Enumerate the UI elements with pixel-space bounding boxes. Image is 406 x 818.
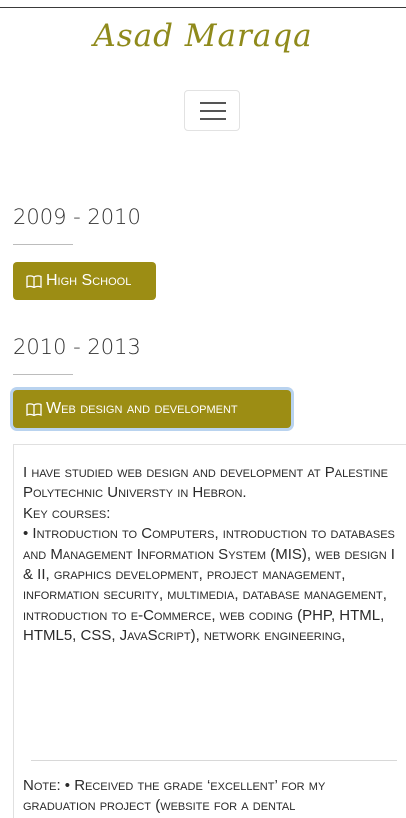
book-icon — [26, 274, 42, 288]
high-school-label: High School — [46, 272, 132, 289]
period-divider — [13, 244, 73, 245]
web-design-label: Web design and development — [46, 400, 238, 417]
study-paragraph: I have studied web design and developmen… — [23, 464, 388, 502]
high-school-button[interactable]: High School — [13, 262, 156, 300]
graduation-note: Note: • Received the grade ‘excellent’ f… — [23, 777, 326, 815]
course-details-panel: I have studied web design and developmen… — [13, 444, 406, 818]
panel-divider — [31, 760, 397, 761]
navbar-toggle-button[interactable] — [184, 90, 240, 131]
top-border — [0, 7, 406, 8]
key-courses-heading: Key courses: — [23, 504, 111, 522]
web-design-button[interactable]: Web design and development — [13, 390, 291, 428]
book-icon — [26, 402, 42, 416]
site-logo[interactable]: Asad Maraqa — [0, 18, 406, 54]
period-heading: 2010 - 2013 — [13, 335, 141, 359]
course-list: • Introduction to Computers, introductio… — [23, 525, 395, 645]
period-divider — [13, 374, 73, 375]
period-heading: 2009 - 2010 — [13, 205, 141, 229]
course-description: I have studied web design and developmen… — [23, 463, 395, 647]
